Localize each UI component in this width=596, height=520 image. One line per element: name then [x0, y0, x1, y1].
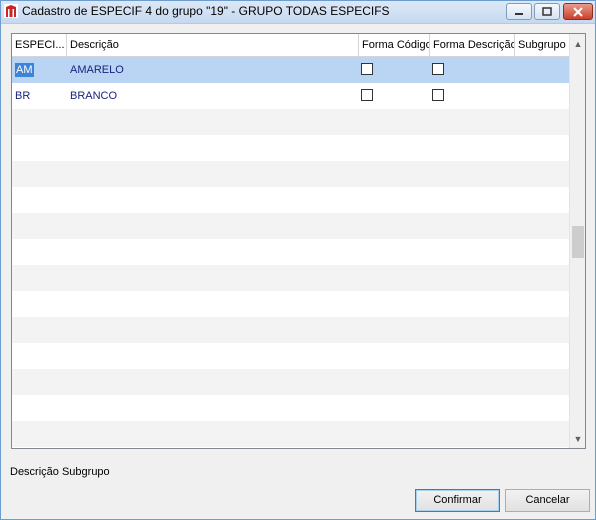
empty-row	[12, 213, 569, 239]
table-row[interactable]: BR BRANCO	[12, 83, 569, 109]
confirm-button[interactable]: Confirmar	[415, 489, 500, 512]
empty-row	[12, 265, 569, 291]
column-header-descricao[interactable]: Descrição	[67, 34, 359, 56]
close-button[interactable]	[563, 3, 593, 20]
cancel-button[interactable]: Cancelar	[505, 489, 590, 512]
vertical-scrollbar[interactable]: ▲ ▼	[569, 34, 585, 448]
empty-row	[12, 109, 569, 135]
maximize-icon	[542, 7, 552, 16]
window-title: Cadastro de ESPECIF 4 do grupo "19" - GR…	[22, 4, 390, 18]
scrollbar-thumb[interactable]	[572, 226, 584, 258]
subgroup-description-label: Descrição Subgrupo	[10, 466, 110, 478]
forma-descricao-checkbox[interactable]	[432, 63, 444, 75]
code-text: AM	[15, 63, 34, 77]
forma-descricao-checkbox[interactable]	[432, 89, 444, 101]
empty-row	[12, 421, 569, 447]
empty-row	[12, 369, 569, 395]
scroll-up-icon[interactable]: ▲	[573, 39, 583, 49]
empty-row	[12, 317, 569, 343]
cell-code[interactable]: BR	[15, 83, 30, 109]
column-header-forma-codigo[interactable]: Forma Código	[359, 34, 430, 56]
especif-grid[interactable]: ESPECI... Descrição Forma Código Forma D…	[11, 33, 586, 449]
forma-codigo-checkbox[interactable]	[361, 89, 373, 101]
empty-row	[12, 161, 569, 187]
column-header-forma-descricao[interactable]: Forma Descrição	[430, 34, 515, 56]
empty-row	[12, 343, 569, 369]
dialog-window: Cadastro de ESPECIF 4 do grupo "19" - GR…	[0, 0, 596, 520]
cell-description[interactable]: AMARELO	[70, 57, 124, 83]
forma-codigo-checkbox[interactable]	[361, 63, 373, 75]
empty-row	[12, 239, 569, 265]
minimize-button[interactable]	[506, 3, 532, 20]
column-header-especif[interactable]: ESPECI...	[12, 34, 67, 56]
app-icon	[4, 4, 18, 18]
empty-row	[12, 291, 569, 317]
title-bar[interactable]: Cadastro de ESPECIF 4 do grupo "19" - GR…	[1, 1, 595, 24]
empty-row	[12, 187, 569, 213]
cell-description[interactable]: BRANCO	[70, 83, 117, 109]
table-row[interactable]: AM AMARELO	[12, 57, 569, 83]
empty-row	[12, 395, 569, 421]
close-icon	[573, 6, 583, 17]
minimize-icon	[515, 12, 523, 15]
maximize-button[interactable]	[534, 3, 560, 20]
grid-header: ESPECI... Descrição Forma Código Forma D…	[12, 34, 569, 57]
empty-row	[12, 135, 569, 161]
column-header-subgrupo[interactable]: Subgrupo	[515, 34, 569, 56]
cell-code[interactable]: AM	[15, 57, 34, 83]
scroll-down-icon[interactable]: ▼	[573, 434, 583, 444]
